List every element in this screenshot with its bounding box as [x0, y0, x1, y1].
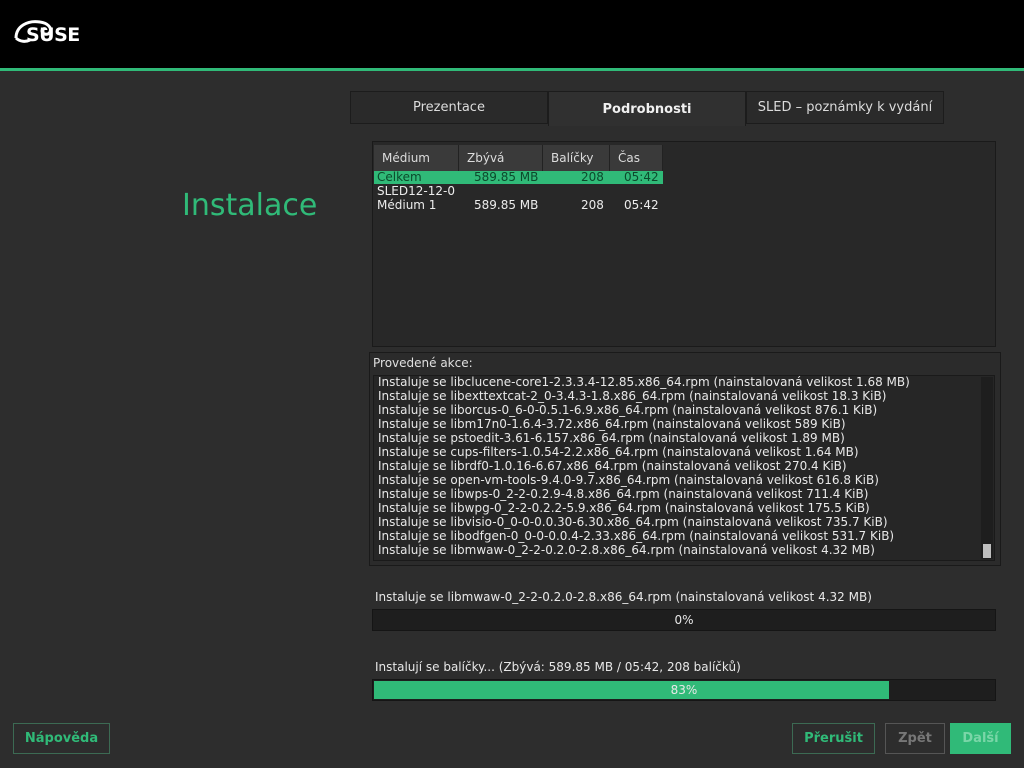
- column-header-packages[interactable]: Balíčky: [543, 145, 610, 171]
- next-button[interactable]: Další: [950, 723, 1011, 754]
- cell-remaining: 589.85 MB: [474, 170, 539, 184]
- table-row[interactable]: SLED12-12-0: [374, 184, 663, 198]
- page-title: Instalace: [182, 188, 318, 223]
- actions-label: Provedené akce:: [373, 356, 473, 370]
- cell-packages: 208: [581, 198, 604, 212]
- package-progress-text: 0%: [674, 613, 694, 627]
- cell-time: 05:42: [624, 170, 659, 184]
- log-line: Instaluje se liborcus-0_6-0-0.5.1-6.9.x8…: [378, 403, 878, 417]
- log-line: Instaluje se open-vm-tools-9.4.0-9.7.x86…: [378, 473, 879, 487]
- abort-button[interactable]: Přerušit: [792, 723, 875, 754]
- header-accent-line: [0, 68, 1024, 71]
- cell-packages: 208: [581, 170, 604, 184]
- log-line: Instaluje se libclucene-core1-2.3.3.4-12…: [378, 375, 910, 389]
- log-line: Instaluje se libmwaw-0_2-2-0.2.0-2.8.x86…: [378, 543, 875, 557]
- cell-remaining: 589.85 MB: [474, 198, 539, 212]
- table-row[interactable]: Médium 1 589.85 MB 208 05:42: [374, 198, 663, 212]
- tab-podrobnosti[interactable]: Podrobnosti: [548, 91, 746, 126]
- header-bar: SUSE: [0, 0, 1024, 68]
- log-line: Instaluje se libm17n0-1.6.4-3.72.x86_64.…: [378, 417, 846, 431]
- actions-log[interactable]: Instaluje se libclucene-core1-2.3.3.4-12…: [373, 375, 995, 561]
- log-line: Instaluje se libexttextcat-2_0-3.4.3-1.8…: [378, 389, 887, 403]
- log-line: Instaluje se libwpg-0_2-2-0.2.2-5.9.x86_…: [378, 501, 870, 515]
- help-button[interactable]: Nápověda: [13, 723, 110, 754]
- log-line: Instaluje se libodfgen-0_0-0-0.0.4-2.33.…: [378, 529, 895, 543]
- scrollbar-thumb[interactable]: [983, 544, 991, 558]
- log-line: Instaluje se pstoedit-3.61-6.157.x86_64.…: [378, 431, 845, 445]
- log-scrollbar[interactable]: [981, 377, 993, 559]
- column-header-time[interactable]: Čas: [610, 145, 663, 171]
- total-progress-text: 83%: [670, 683, 698, 697]
- cell-medium: Celkem: [377, 170, 422, 184]
- log-line: Instaluje se cups-filters-1.0.54-2.2.x86…: [378, 445, 859, 459]
- suse-logo-text: SUSE: [26, 24, 80, 46]
- tab-prezentace[interactable]: Prezentace: [350, 91, 548, 124]
- total-progress-label: Instalují se balíčky... (Zbývá: 589.85 M…: [375, 660, 741, 674]
- cell-medium: Médium 1: [377, 198, 437, 212]
- package-progress-label: Instaluje se libmwaw-0_2-2-0.2.0-2.8.x86…: [375, 590, 872, 604]
- log-line: Instaluje se librdf0-1.0.16-6.67.x86_64.…: [378, 459, 847, 473]
- cell-medium: SLED12-12-0: [377, 184, 455, 198]
- table-row[interactable]: Celkem 589.85 MB 208 05:42: [374, 170, 663, 184]
- column-header-medium[interactable]: Médium: [374, 145, 459, 171]
- media-table: Médium Zbývá Balíčky Čas Celkem 589.85 M…: [372, 141, 996, 347]
- package-progress-bar: 0%: [372, 609, 996, 631]
- log-line: Instaluje se libvisio-0_0-0-0.0.30-6.30.…: [378, 515, 888, 529]
- column-header-remaining[interactable]: Zbývá: [459, 145, 543, 171]
- log-line: Instaluje se libwps-0_2-2-0.2.9-4.8.x86_…: [378, 487, 869, 501]
- cell-time: 05:42: [624, 198, 659, 212]
- tab-release-notes[interactable]: SLED – poznámky k vydání: [746, 91, 944, 124]
- back-button[interactable]: Zpět: [885, 723, 945, 754]
- total-progress-bar: 83%: [372, 679, 996, 701]
